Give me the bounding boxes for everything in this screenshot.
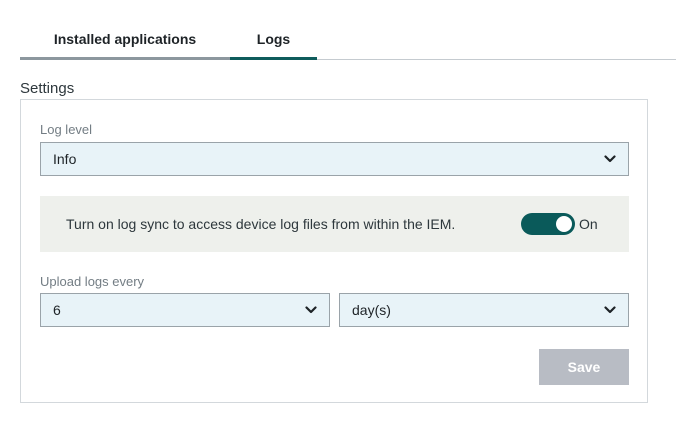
log-sync-state-label: On: [579, 216, 598, 232]
log-sync-description: Turn on log sync to access device log fi…: [66, 216, 456, 232]
settings-heading: Settings: [20, 80, 75, 97]
log-level-select[interactable]: Info: [40, 142, 629, 176]
save-button[interactable]: Save: [539, 349, 629, 385]
log-sync-panel: Turn on log sync to access device log fi…: [40, 196, 629, 252]
chevron-down-icon: [604, 304, 616, 316]
upload-unit-value: day(s): [352, 302, 391, 318]
upload-interval-label: Upload logs every: [40, 274, 145, 289]
log-level-value: Info: [53, 151, 77, 167]
tab-bar: Installed applications Logs: [20, 22, 676, 60]
toggle-knob: [556, 216, 572, 232]
upload-amount-value: 6: [53, 302, 61, 318]
log-level-label: Log level: [40, 122, 93, 137]
chevron-down-icon: [305, 304, 317, 316]
log-sync-toggle[interactable]: [521, 213, 575, 235]
tab-logs[interactable]: Logs: [230, 22, 317, 60]
upload-unit-select[interactable]: day(s): [339, 293, 629, 327]
tab-installed-applications[interactable]: Installed applications: [20, 22, 230, 60]
upload-amount-select[interactable]: 6: [40, 293, 330, 327]
chevron-down-icon: [604, 153, 616, 165]
settings-card: Log level Info Turn on log sync to acces…: [20, 99, 648, 403]
